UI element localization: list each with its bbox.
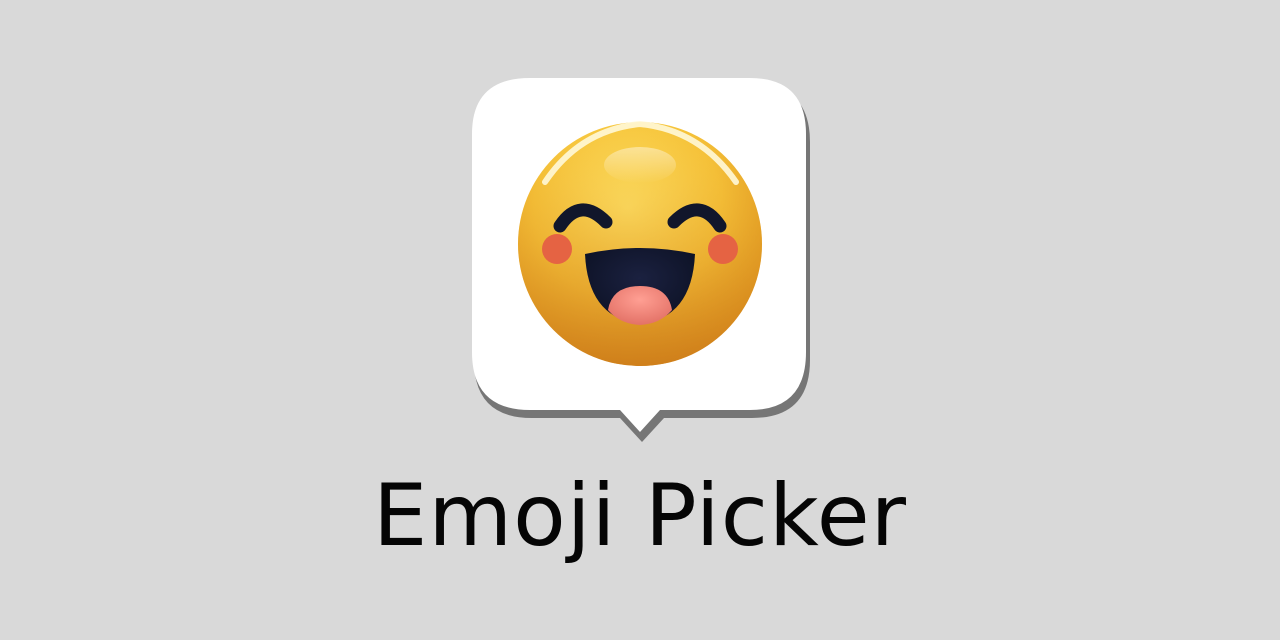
left-cheek bbox=[542, 234, 572, 264]
right-cheek bbox=[708, 234, 738, 264]
app-title: Emoji Picker bbox=[372, 466, 907, 566]
app-icon-card[interactable] bbox=[0, 0, 1280, 460]
face-shine bbox=[604, 147, 676, 183]
grinning-smiling-eyes-emoji-icon bbox=[518, 120, 762, 366]
